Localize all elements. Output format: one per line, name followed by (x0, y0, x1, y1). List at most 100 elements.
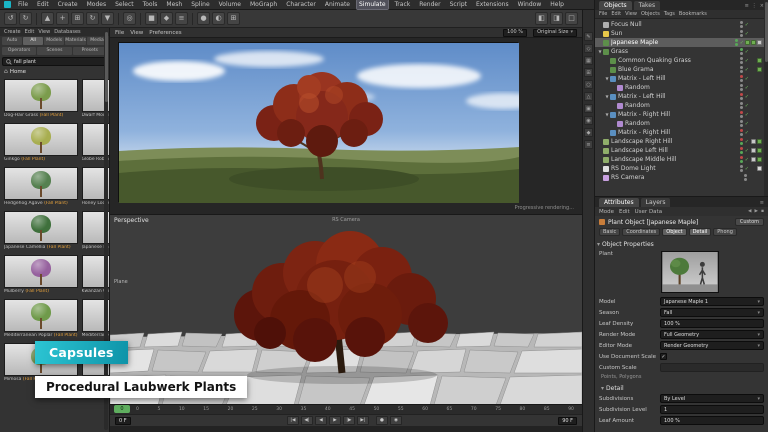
timeline-ruler[interactable]: 051015202530354045505560657075808590 (110, 404, 582, 414)
asset-item-mulberry[interactable]: Mulberry (Fall Plant) (3, 254, 79, 295)
menu-item-spline[interactable]: Spline (189, 0, 211, 9)
attr-dropdown-render-mode[interactable]: Full Geometry▾ (660, 330, 764, 339)
attr-dropdown-season[interactable]: Fall▾ (660, 308, 764, 317)
visibility-dot[interactable] (740, 129, 743, 132)
attr-dropdown-subdivisions[interactable]: By Level▾ (660, 394, 764, 403)
objects-tab-takes[interactable]: Takes (634, 1, 660, 10)
attr-number-custom-scale[interactable] (660, 363, 764, 372)
edges-mode-icon[interactable]: △ (584, 92, 593, 101)
viewport-label[interactable]: Perspective (114, 217, 149, 224)
go-to-start-button[interactable]: |◀ (287, 416, 299, 425)
object-row-blue-grama[interactable]: Blue Grama✓ (595, 65, 768, 74)
enable-axis-icon[interactable]: ◉ (584, 116, 593, 125)
panel-options-icon[interactable]: ⋮ (752, 3, 757, 9)
menu-item-volume[interactable]: Volume (217, 0, 243, 9)
attr-checkbox-use-document-scale[interactable]: ✓ (660, 353, 667, 360)
coordinate-system-icon[interactable]: ◎ (123, 12, 136, 25)
object-row-japanese-maple[interactable]: Japanese Maple✓ (595, 38, 768, 47)
asset-item-dog-hair-grass[interactable]: Dog-Hair Grass (Fall Plant) (3, 78, 79, 119)
asset-item-ginkgo[interactable]: Ginkgo (Fall Plant) (3, 122, 79, 163)
tag-icon[interactable] (751, 148, 756, 153)
tag-icon[interactable] (757, 67, 762, 72)
visibility-dot[interactable] (740, 84, 743, 87)
timeline-playhead[interactable]: 0 (114, 405, 130, 413)
objects-menu-tags[interactable]: Tags (664, 11, 675, 17)
visibility-dot[interactable] (740, 52, 743, 55)
visibility-dot[interactable] (740, 48, 743, 51)
enabled-check-icon[interactable]: ✓ (740, 40, 744, 46)
record-keyframe-button[interactable]: ● (376, 416, 388, 425)
undo-icon[interactable]: ↺ (4, 12, 17, 25)
object-row-random[interactable]: Random✓ (595, 119, 768, 128)
visibility-dot[interactable] (740, 111, 743, 114)
visibility-dot[interactable] (740, 138, 743, 141)
menu-item-window[interactable]: Window (516, 0, 544, 9)
points-mode-icon[interactable]: ○ (584, 80, 593, 89)
texture-mode-icon[interactable]: ▦ (584, 56, 593, 65)
objects-menu-objects[interactable]: Objects (641, 11, 660, 17)
last-tool-icon[interactable]: ▼ (101, 12, 114, 25)
panel-menu-icon[interactable]: ≡ (745, 3, 749, 9)
visibility-dot[interactable] (744, 174, 747, 177)
asset-item-mediterranean-poplar[interactable]: Mediterranean Poplar (Fall Plant) (3, 298, 79, 339)
visibility-dot[interactable] (735, 43, 738, 46)
end-frame-field[interactable]: 90 F (558, 417, 577, 425)
visibility-dot[interactable] (740, 30, 743, 33)
asset-category-presets[interactable]: Presets (73, 47, 107, 55)
menu-item-simulate[interactable]: Simulate (357, 0, 388, 9)
visibility-dot[interactable] (740, 21, 743, 24)
object-row-random[interactable]: Random✓ (595, 101, 768, 110)
zoom-level-field[interactable]: 100 % (503, 29, 527, 37)
attr-dropdown-editor-mode[interactable]: Render Geometry▾ (660, 341, 764, 350)
attr-number-subdivision-level[interactable]: 1 (660, 405, 764, 414)
objects-menu-edit[interactable]: Edit (611, 11, 621, 17)
asset-filter-models[interactable]: Models (44, 37, 64, 45)
custom-button[interactable]: Custom (735, 218, 764, 226)
menu-item-help[interactable]: Help (548, 0, 566, 9)
environment-icon[interactable]: ◐ (212, 12, 225, 25)
tag-icon[interactable] (751, 157, 756, 162)
play-button[interactable]: ▶ (329, 416, 341, 425)
object-row-landscape-left-hill[interactable]: Landscape Left Hill✓ (595, 146, 768, 155)
visibility-dot[interactable] (740, 66, 743, 69)
asset-filter-auto[interactable]: Auto (2, 37, 22, 45)
visibility-dot[interactable] (740, 93, 743, 96)
grid-snap-icon[interactable]: ⊞ (227, 12, 240, 25)
visibility-dot[interactable] (740, 156, 743, 159)
section-tab-object[interactable]: Object (662, 228, 686, 236)
objects-menu-file[interactable]: File (599, 11, 607, 17)
visibility-dot[interactable] (735, 39, 738, 42)
object-row-matrix-left-hill[interactable]: ▼Matrix - Left Hill✓ (595, 74, 768, 83)
go-to-end-button[interactable]: ▶| (357, 416, 369, 425)
layout-panels-icon[interactable]: ◧ (535, 12, 548, 25)
enabled-check-icon[interactable]: ✓ (745, 31, 749, 37)
tag-icon[interactable] (751, 139, 756, 144)
lock-icon[interactable]: ▪ (761, 209, 764, 214)
enabled-check-icon[interactable]: ✓ (745, 67, 749, 73)
size-mode-dropdown[interactable]: Original Size▾ (533, 29, 577, 37)
menu-item-select[interactable]: Select (113, 0, 136, 9)
enabled-check-icon[interactable]: ✓ (745, 148, 749, 154)
app-logo-icon[interactable] (4, 1, 11, 8)
tag-icon[interactable] (751, 40, 756, 45)
asset-item-japanese-camellia[interactable]: Japanese Camellia (Fall Plant) (3, 210, 79, 251)
asset-item-hedgehog-agave[interactable]: Hedgehog Agave (Fall Plant) (3, 166, 79, 207)
menu-item-script[interactable]: Script (448, 0, 469, 9)
visibility-dot[interactable] (740, 115, 743, 118)
menu-item-file[interactable]: File (16, 0, 30, 9)
render-in-picture-viewer-icon[interactable]: ◆ (160, 12, 173, 25)
menu-item-render[interactable]: Render (417, 0, 442, 9)
visibility-dot[interactable] (740, 147, 743, 150)
menu-item-tools[interactable]: Tools (141, 0, 160, 9)
asset-menu-view[interactable]: View (38, 29, 50, 35)
layout-split-icon[interactable]: ◨ (550, 12, 563, 25)
visibility-dot[interactable] (740, 61, 743, 64)
object-row-matrix-left-hill[interactable]: ▼Matrix - Left Hill✓ (595, 92, 768, 101)
visibility-dot[interactable] (740, 120, 743, 123)
asset-filter-materials[interactable]: Materials (65, 37, 86, 45)
visibility-dot[interactable] (740, 133, 743, 136)
attr-section-detail[interactable]: ▾Detail (599, 382, 764, 393)
history-back-icon[interactable]: ◀ (748, 209, 751, 214)
visibility-dot[interactable] (740, 142, 743, 145)
visibility-dot[interactable] (740, 70, 743, 73)
